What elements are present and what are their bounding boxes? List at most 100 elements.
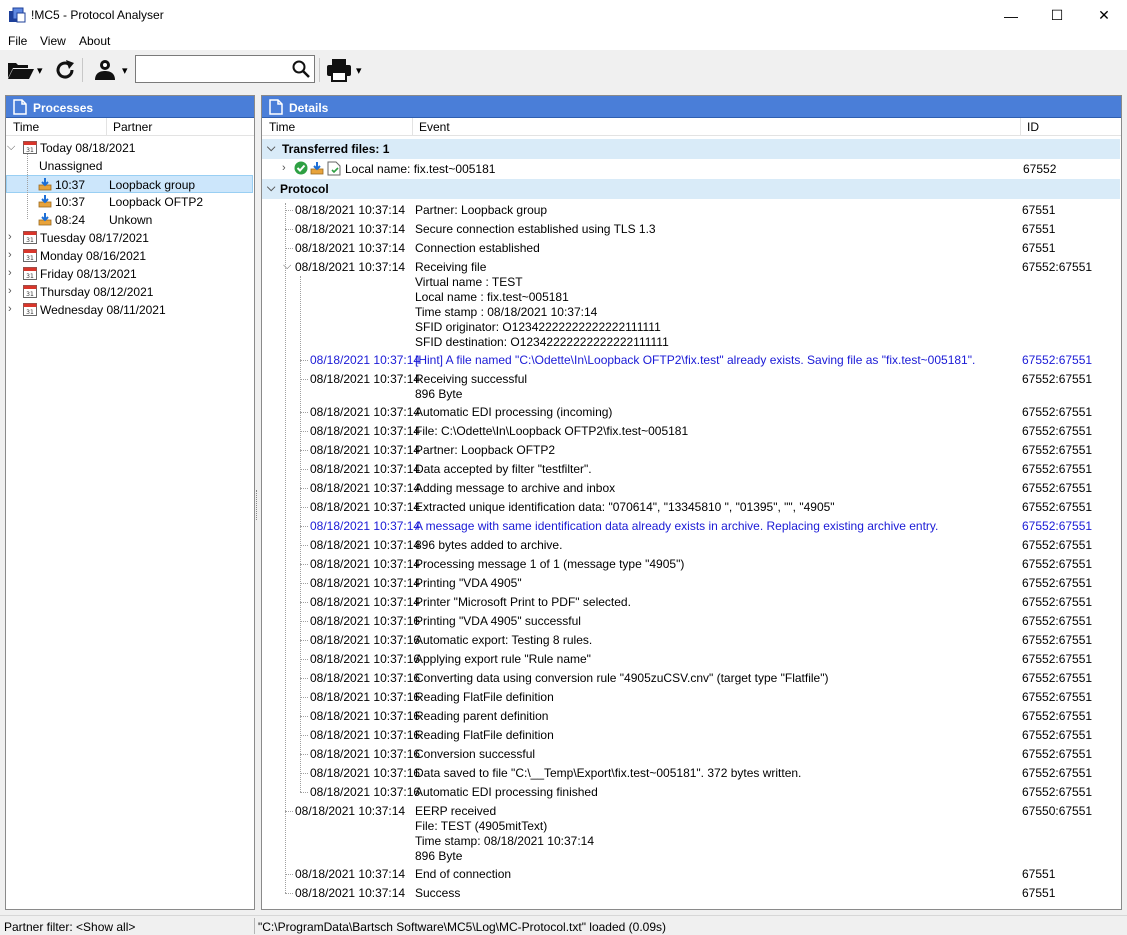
expanded-chevron-icon[interactable]: ⌵: [267, 142, 275, 155]
event-time: 08/18/2021 10:37:16: [310, 785, 421, 799]
event-id: 67552:67551: [1022, 424, 1093, 438]
protocol-row[interactable]: 08/18/2021 10:37:14 Receiving successful 8…: [0, 370, 1120, 404]
tree-unassigned[interactable]: Unassigned: [7, 157, 247, 175]
protocol-row[interactable]: 08/18/2021 10:37:16 Printing "VDA 4905" s…: [0, 612, 1120, 631]
expanded-chevron-icon[interactable]: ⌵: [7, 141, 15, 154]
success-check-icon: [294, 161, 308, 178]
protocol-row[interactable]: 08/18/2021 10:37:16 Reading parent defini…: [0, 707, 1120, 726]
event-text: Reading FlatFile definition: [415, 728, 554, 742]
event-text: Connection established: [415, 241, 540, 255]
tree-connector: [300, 488, 308, 489]
protocol-row[interactable]: 08/18/2021 10:37:14 Secure connection est…: [0, 220, 1120, 239]
protocol-row[interactable]: 08/18/2021 10:37:14 Printer "Microsoft Pr…: [0, 593, 1120, 612]
status-separator: [254, 918, 255, 934]
minimize-button[interactable]: —: [988, 0, 1034, 31]
event-text: Virtual name : TEST: [415, 275, 523, 289]
collapsed-chevron-icon[interactable]: ›: [282, 162, 286, 174]
refresh-button[interactable]: [53, 55, 77, 85]
event-id: 67552:67551: [1022, 785, 1093, 799]
column-time[interactable]: Time: [269, 120, 295, 134]
event-time: 08/18/2021 10:37:16: [310, 652, 421, 666]
protocol-row[interactable]: 08/18/2021 10:37:14 Partner: Loopback gro…: [0, 201, 1120, 220]
open-button[interactable]: [7, 55, 35, 85]
search-input[interactable]: [140, 57, 290, 81]
event-id: 67552:67551: [1022, 260, 1093, 274]
event-text: Automatic EDI processing (incoming): [415, 405, 613, 419]
event-text: 896 bytes added to archive.: [415, 538, 563, 552]
event-text: SFID originator: O1234222222222222211111…: [415, 320, 661, 334]
event-id: 67551: [1022, 222, 1056, 236]
column-event[interactable]: Event: [419, 120, 450, 134]
event-id: 67552:67551: [1022, 462, 1093, 476]
close-button[interactable]: ✕: [1081, 0, 1127, 31]
protocol-row[interactable]: 08/18/2021 10:37:14 Data accepted by filt…: [0, 460, 1120, 479]
protocol-row[interactable]: 08/18/2021 10:37:14 [Hint] A file named "…: [0, 351, 1120, 370]
protocol-section[interactable]: ⌵ Protocol: [262, 179, 1120, 199]
protocol-row[interactable]: 08/18/2021 10:37:14 File: C:\Odette\In\Lo…: [0, 422, 1120, 441]
protocol-row[interactable]: 08/18/2021 10:37:14 Printing "VDA 4905" 67…: [0, 574, 1120, 593]
protocol-row[interactable]: 08/18/2021 10:37:14 A message with same i…: [0, 517, 1120, 536]
protocol-row[interactable]: 08/18/2021 10:37:14 Automatic EDI process…: [0, 403, 1120, 422]
protocol-row[interactable]: 08/18/2021 10:37:16 Data saved to file "C…: [0, 764, 1120, 783]
partner-button[interactable]: [93, 55, 117, 85]
protocol-row[interactable]: 08/18/2021 10:37:16 Converting data using…: [0, 669, 1120, 688]
protocol-row[interactable]: 08/18/2021 10:37:14 End of connection 6755…: [0, 865, 1120, 884]
transferred-file-row[interactable]: › Local name: fix.test~005181 67552: [262, 160, 1120, 178]
event-id: 67550:67551: [1022, 804, 1093, 818]
chevron-down-icon: ▾: [122, 64, 128, 77]
event-id: 67552:67551: [1022, 481, 1093, 495]
column-time[interactable]: Time: [13, 120, 39, 134]
protocol-row[interactable]: 08/18/2021 10:37:14 Adding message to arc…: [0, 479, 1120, 498]
protocol-row[interactable]: 08/18/2021 10:37:16 Applying export rule …: [0, 650, 1120, 669]
event-id: 67552:67551: [1022, 500, 1093, 514]
event-text: File: TEST (4905mitText): [415, 819, 548, 833]
event-time: 08/18/2021 10:37:16: [310, 614, 421, 628]
event-id: 67552:67551: [1022, 353, 1093, 367]
protocol-row[interactable]: 08/18/2021 10:37:16 Automatic export: Tes…: [0, 631, 1120, 650]
menu-file[interactable]: File: [8, 34, 27, 48]
event-text: Time stamp: 08/18/2021 10:37:14: [415, 834, 595, 848]
tree-day-today[interactable]: ⌵ 31 Today 08/18/2021: [7, 139, 247, 157]
event-time: 08/18/2021 10:37:14: [310, 500, 421, 514]
protocol-row[interactable]: 08/18/2021 10:37:14 Success 67551: [0, 884, 1120, 903]
event-id: 67552:67551: [1022, 709, 1093, 723]
event-time: 08/18/2021 10:37:14: [310, 519, 421, 533]
protocol-row[interactable]: 08/18/2021 10:37:14 Processing message 1 …: [0, 555, 1120, 574]
protocol-row[interactable]: 08/18/2021 10:37:14 Partner: Loopback OFT…: [0, 441, 1120, 460]
expanded-chevron-icon[interactable]: ⌵: [267, 182, 275, 195]
protocol-row[interactable]: 08/18/2021 10:37:16 Reading FlatFile defi…: [0, 688, 1120, 707]
tree-connector: [300, 379, 308, 380]
maximize-button[interactable]: ☐: [1034, 0, 1080, 31]
protocol-row[interactable]: 08/18/2021 10:37:16 Conversion successful…: [0, 745, 1120, 764]
document-icon: [269, 99, 283, 115]
open-dropdown[interactable]: ▾: [37, 55, 43, 85]
protocol-row[interactable]: 08/18/2021 10:37:14 Extracted unique iden…: [0, 498, 1120, 517]
tree-session-item[interactable]: 10:37 Loopback group: [6, 175, 253, 193]
partner-dropdown[interactable]: ▾: [122, 55, 128, 85]
tree-connector: [300, 792, 308, 793]
protocol-row[interactable]: 08/18/2021 10:37:14 896 bytes added to ar…: [0, 536, 1120, 555]
protocol-row[interactable]: 08/18/2021 10:37:14 Connection establishe…: [0, 239, 1120, 258]
transferred-files-section[interactable]: ⌵ Transferred files: 1: [262, 139, 1120, 159]
tree-connector: [300, 276, 301, 792]
tree-connector: [300, 621, 308, 622]
protocol-row[interactable]: ⌵ 08/18/2021 10:37:14 Receiving file Virtua…: [0, 258, 1120, 352]
column-id[interactable]: ID: [1027, 120, 1039, 134]
event-id: 67552:67551: [1022, 372, 1093, 386]
menu-view[interactable]: View: [40, 34, 66, 48]
print-button[interactable]: [326, 55, 352, 85]
processes-column-header: Time Partner: [6, 118, 254, 136]
column-partner[interactable]: Partner: [113, 120, 152, 134]
protocol-row[interactable]: 08/18/2021 10:37:16 Reading FlatFile defi…: [0, 726, 1120, 745]
protocol-row[interactable]: 08/18/2021 10:37:16 Automatic EDI process…: [0, 783, 1120, 802]
print-dropdown[interactable]: ▾: [356, 55, 362, 85]
user-icon: [95, 60, 115, 80]
tree-connector: [300, 640, 308, 641]
event-text: Extracted unique identification data: "0…: [415, 500, 835, 514]
event-text: End of connection: [415, 867, 512, 881]
search-icon[interactable]: [291, 59, 311, 79]
menu-about[interactable]: About: [79, 34, 110, 48]
search-box: [135, 55, 315, 83]
event-text: Automatic export: Testing 8 rules.: [415, 633, 593, 647]
protocol-row[interactable]: 08/18/2021 10:37:14 EERP received File: TE…: [0, 802, 1120, 866]
